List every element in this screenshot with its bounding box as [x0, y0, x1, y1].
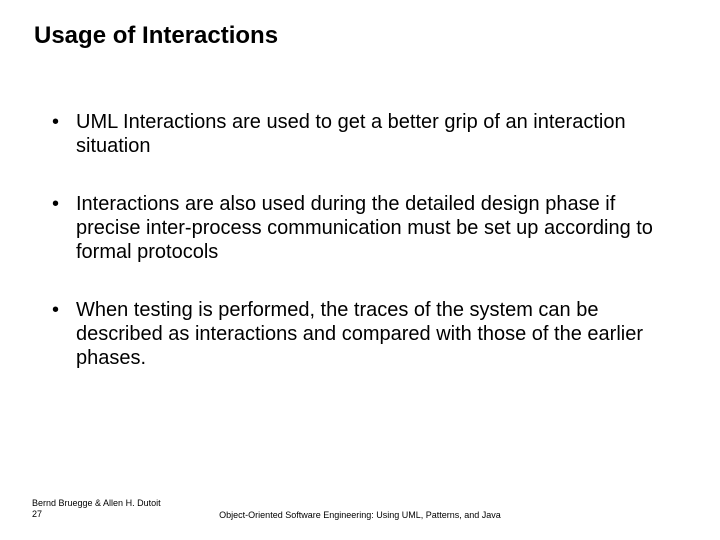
bullet-item: Interactions are also used during the de… — [52, 192, 680, 264]
footer-authors: Bernd Bruegge & Allen H. Dutoit — [32, 498, 161, 509]
bullet-list: UML Interactions are used to get a bette… — [52, 110, 680, 370]
slide-content: UML Interactions are used to get a bette… — [52, 110, 680, 404]
slide: Usage of Interactions UML Interactions a… — [0, 0, 720, 540]
slide-title: Usage of Interactions — [34, 22, 278, 50]
footer-book-title: Object-Oriented Software Engineering: Us… — [0, 510, 720, 520]
bullet-item: UML Interactions are used to get a bette… — [52, 110, 680, 158]
bullet-item: When testing is performed, the traces of… — [52, 298, 680, 370]
